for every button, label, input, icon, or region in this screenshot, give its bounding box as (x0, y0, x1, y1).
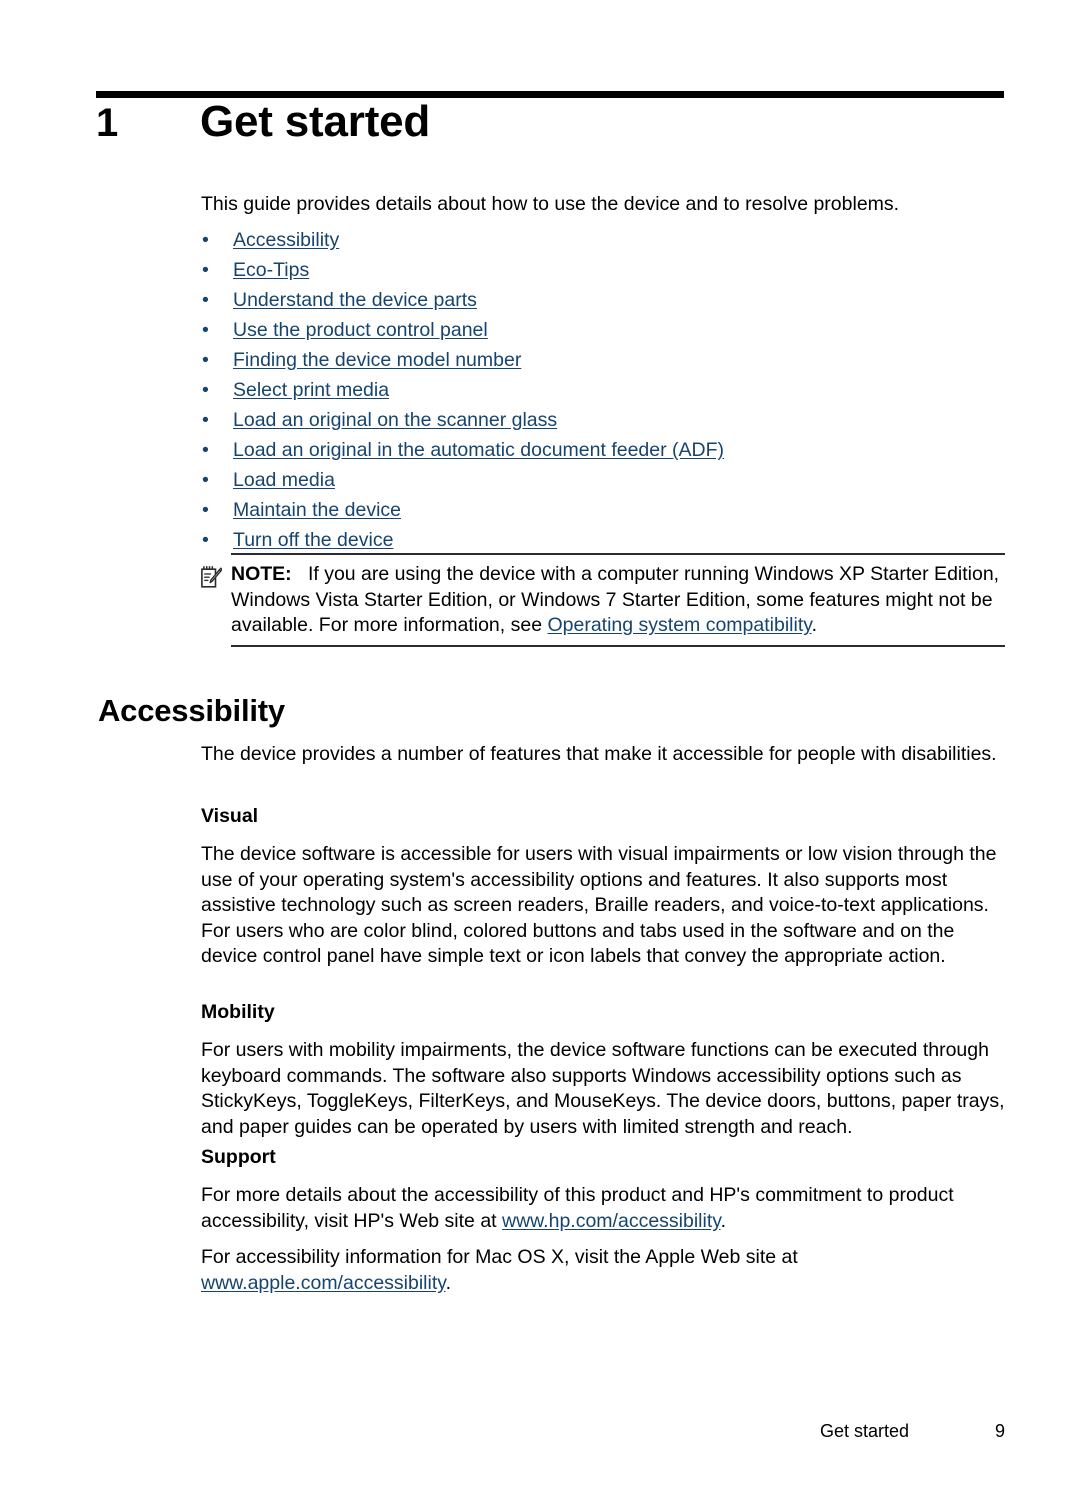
support-p1-after: . (720, 1209, 726, 1232)
toc-list-item: • Load media (201, 465, 1005, 495)
support-p2-after: . (445, 1271, 451, 1294)
note-link-operating-system-compatibility[interactable]: Operating system compatibility (547, 614, 811, 636)
chapter-intro: This guide provides details about how to… (201, 192, 1005, 218)
support-paragraph-hp: For more details about the accessibility… (201, 1183, 1005, 1234)
bullet-icon: • (202, 529, 209, 551)
subsection-support: Support For more details about the acces… (201, 1145, 1005, 1296)
section-heading-accessibility: Accessibility (98, 693, 285, 728)
note-admonition: NOTE: If you are using the device with a… (201, 553, 1005, 647)
toc-link-list: • Accessibility • Eco-Tips • Understand the d… (201, 225, 1005, 555)
bullet-icon: • (202, 319, 209, 341)
toc-link[interactable]: Use the product control panel (233, 319, 488, 341)
note-text-after: . (811, 614, 817, 637)
toc-link[interactable]: Select print media (233, 379, 389, 401)
footer-title: Get started (819, 1421, 909, 1441)
toc-list-item: • Select print media (201, 375, 1005, 405)
chapter-intro-text: This guide provides details about how to… (201, 193, 900, 215)
subsection-paragraph-mobility: For users with mobility impairments, the… (201, 1039, 1005, 1138)
bullet-icon: • (202, 469, 209, 491)
subsection-heading-support: Support (201, 1146, 276, 1168)
toc-list-item: • Understand the device parts (201, 285, 1005, 315)
toc-list-item: • Maintain the device (201, 495, 1005, 525)
subsection-visual: Visual The device software is accessible… (201, 804, 1005, 970)
document-page: 1 Get started This guide provides detail… (0, 0, 1080, 1495)
toc-list-item: • Finding the device model number (201, 345, 1005, 375)
bullet-icon: • (202, 259, 209, 281)
toc-link[interactable]: Load media (233, 469, 335, 491)
support-paragraph-apple: For accessibility information for Mac OS… (201, 1245, 1005, 1296)
note-bottom-rule (231, 644, 1005, 647)
subsection-heading-mobility: Mobility (201, 1001, 275, 1023)
toc-list-item: • Load an original on the scanner glass (201, 405, 1005, 435)
section-intro: The device provides a number of features… (201, 742, 1005, 768)
toc-link[interactable]: Finding the device model number (233, 349, 521, 371)
toc-list-item: • Accessibility (201, 225, 1005, 255)
toc-link[interactable]: Maintain the device (233, 499, 401, 521)
toc-list-item: • Eco-Tips (201, 255, 1005, 285)
bullet-icon: • (202, 499, 209, 521)
toc-list-item: • Use the product control panel (201, 315, 1005, 345)
chapter-heading: 1 Get started (96, 100, 1004, 144)
chapter-number: 1 (96, 101, 119, 145)
link-hp-accessibility[interactable]: www.hp.com/accessibility (502, 1210, 721, 1232)
bullet-icon: • (202, 379, 209, 401)
toc-list-item: • Load an original in the automatic docum… (201, 435, 1005, 465)
bullet-icon: • (202, 439, 209, 461)
note-body: NOTE: If you are using the device with a… (231, 562, 1005, 639)
toc-list-item: • Turn off the device (201, 525, 1005, 555)
chapter-toc: • Accessibility • Eco-Tips • Understand the d… (201, 225, 1005, 555)
chapter-title: Get started (200, 97, 431, 146)
subsection-heading-visual: Visual (201, 805, 259, 827)
support-p2-before: For accessibility information for Mac OS… (201, 1246, 798, 1269)
note-label-gap (292, 563, 308, 585)
subsection-mobility: Mobility For users with mobility impairm… (201, 1000, 1005, 1140)
bullet-icon: • (202, 289, 209, 311)
toc-link[interactable]: Turn off the device (233, 529, 393, 551)
bullet-icon: • (202, 349, 209, 371)
link-apple-accessibility[interactable]: www.apple.com/accessibility (201, 1272, 446, 1294)
toc-link[interactable]: Load an original in the automatic docume… (233, 439, 724, 461)
bullet-icon: • (202, 229, 209, 251)
toc-link[interactable]: Understand the device parts (233, 289, 477, 311)
section-intro-text: The device provides a number of features… (201, 743, 997, 765)
note-label: NOTE: (231, 563, 292, 585)
note-pencil-icon (201, 562, 231, 639)
toc-link[interactable]: Load an original on the scanner glass (233, 409, 557, 431)
toc-link[interactable]: Accessibility (233, 229, 339, 251)
bullet-icon: • (202, 409, 209, 431)
page-footer: Get started 9 (201, 1420, 1005, 1442)
footer-page-number: 9 (994, 1421, 1005, 1441)
subsection-paragraph-visual: The device software is accessible for us… (201, 843, 997, 968)
toc-link[interactable]: Eco-Tips (233, 259, 309, 281)
